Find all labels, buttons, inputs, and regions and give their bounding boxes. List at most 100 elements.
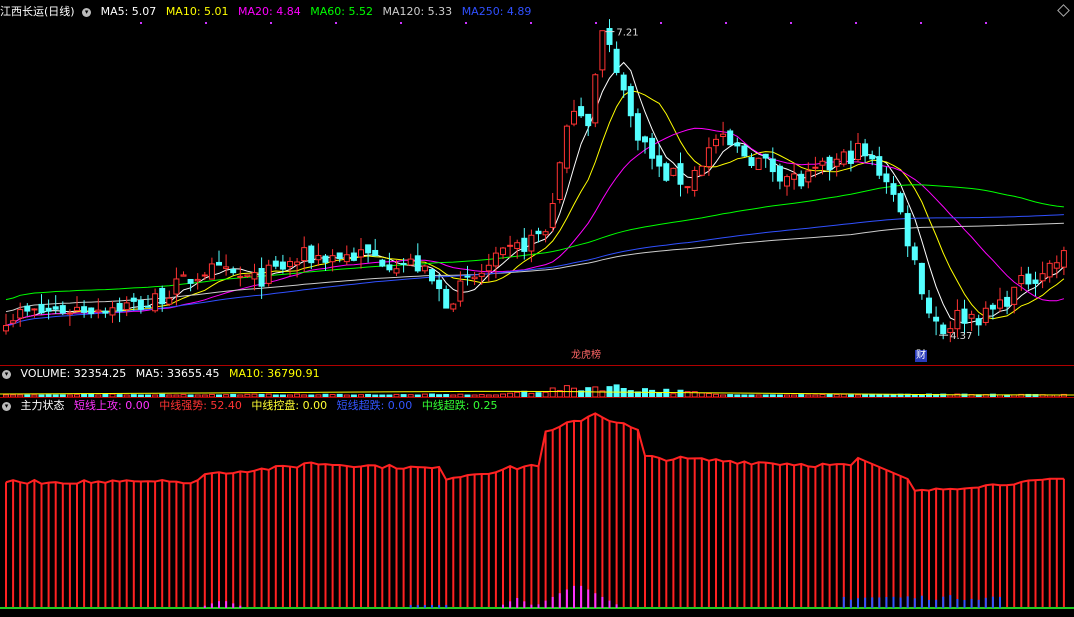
candle-body (393, 268, 400, 274)
candle-body (116, 302, 123, 312)
candle-body (223, 266, 230, 269)
candle-body (741, 145, 748, 157)
candle-body (656, 155, 663, 167)
candle-body (208, 263, 215, 280)
candle-body (429, 269, 435, 282)
candle-body (343, 254, 350, 263)
candle-body (230, 268, 237, 274)
volume-chart[interactable] (0, 366, 1074, 398)
candle-body (926, 297, 932, 314)
candle-body (443, 288, 450, 309)
candle-body (130, 297, 137, 302)
candle-body (1053, 262, 1060, 269)
candle-body (606, 28, 613, 45)
candle-body (968, 313, 975, 319)
candle-body (819, 160, 826, 166)
cai-tag[interactable]: 财 (915, 350, 927, 362)
candle-body (670, 167, 677, 176)
candle-body (59, 305, 66, 314)
candle-body (684, 186, 691, 189)
signal-dot (140, 22, 142, 24)
candle-body (585, 113, 592, 127)
candle-body (840, 151, 847, 165)
candle-body (137, 299, 144, 310)
price-chart[interactable]: 7.21 4.37 (0, 0, 1074, 366)
candle-body (592, 74, 599, 124)
candle-body (727, 130, 734, 146)
candle-body (634, 113, 641, 141)
candle-body (166, 297, 173, 305)
candle-body (421, 265, 428, 272)
candle-body (95, 309, 102, 313)
candle-body (620, 74, 627, 91)
signal-dot (790, 22, 792, 24)
candle-body (216, 261, 222, 266)
candle-body (876, 156, 883, 176)
candle-body (379, 259, 386, 267)
candle-body (798, 173, 805, 187)
high-label: 7.21 (616, 28, 638, 39)
volume-bar (571, 387, 577, 398)
candle-body (301, 247, 308, 262)
candle-body (109, 307, 116, 316)
candle-body (862, 143, 869, 157)
candle-body (642, 136, 648, 143)
longhu-tag[interactable]: 龙虎榜 (570, 350, 602, 362)
candle-body (294, 261, 301, 266)
candle-body (748, 157, 755, 166)
candle-body (542, 231, 549, 236)
candle-body (514, 242, 521, 249)
candle-body (734, 142, 741, 147)
indicator-line (5, 412, 1064, 492)
candle-body (287, 261, 293, 268)
candle-body (982, 307, 989, 323)
candle-body (74, 306, 80, 312)
candle-body (933, 316, 940, 322)
signal-dot (725, 22, 727, 24)
candle-body (187, 278, 194, 284)
candle-body (890, 183, 897, 195)
candle-body (1046, 262, 1053, 278)
candle-body (975, 318, 982, 326)
signal-dot (400, 22, 402, 24)
candle-body (38, 303, 45, 314)
candle-body (457, 280, 464, 302)
candle-body (329, 255, 336, 263)
candle-body (31, 308, 38, 311)
volume-bar (620, 388, 627, 398)
candle-body (81, 306, 88, 313)
signal-dot (530, 22, 532, 24)
candle-body (1060, 250, 1067, 268)
candle-body (663, 163, 670, 181)
candle-body (336, 252, 343, 259)
candle-body (883, 173, 890, 183)
candle-body (698, 165, 705, 176)
candle-body (897, 193, 904, 213)
candle-body (1011, 286, 1018, 305)
candle-body (244, 274, 251, 277)
candle-body (812, 166, 819, 169)
signal-dot (335, 22, 337, 24)
candle-body (691, 169, 698, 191)
signal-dot (205, 22, 207, 24)
volume-bar (677, 389, 684, 398)
candle-body (954, 309, 961, 330)
candle-body (713, 138, 719, 147)
candle-body (613, 48, 620, 73)
candle-body (918, 262, 925, 295)
signal-dot (985, 22, 987, 24)
candle-body (173, 278, 180, 295)
candle-body (1025, 273, 1032, 285)
candle-body (365, 244, 372, 254)
candle-body (485, 264, 492, 272)
candle-body (677, 163, 684, 185)
candle-body (123, 302, 130, 311)
indicator-chart[interactable] (0, 398, 1074, 617)
candle-body (66, 312, 73, 315)
candle-body (194, 278, 201, 282)
candle-body (478, 272, 485, 277)
candle-body (3, 325, 9, 332)
volume-bar (663, 388, 670, 398)
candle-body (940, 324, 947, 335)
volume-bar (549, 387, 556, 398)
